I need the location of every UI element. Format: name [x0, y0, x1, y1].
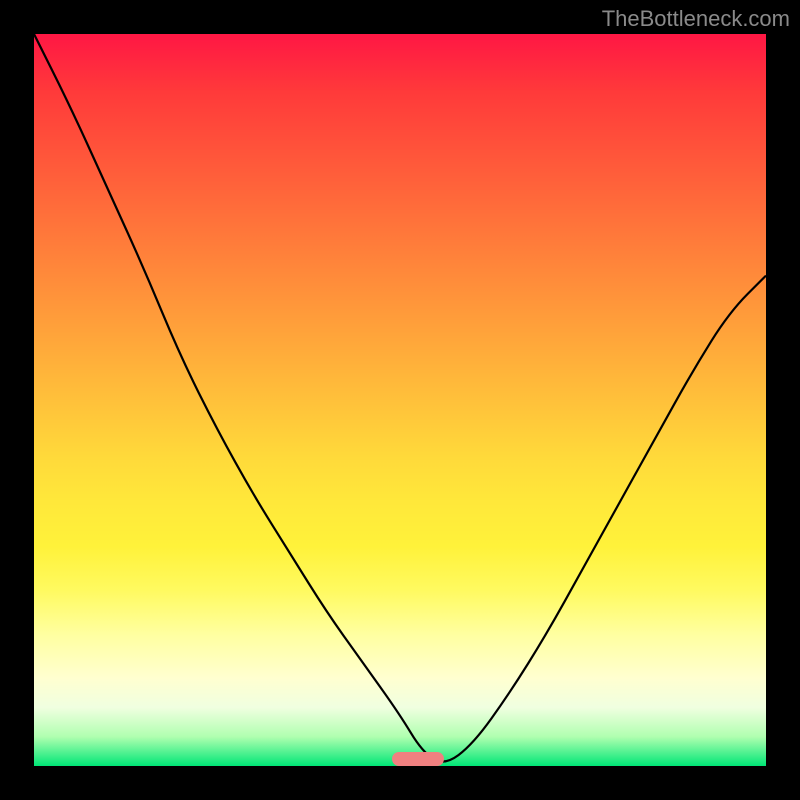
curve-path [34, 34, 766, 762]
optimal-marker [392, 752, 444, 766]
chart-plot-area [34, 34, 766, 766]
bottleneck-curve [34, 34, 766, 766]
watermark-text: TheBottleneck.com [602, 6, 790, 32]
